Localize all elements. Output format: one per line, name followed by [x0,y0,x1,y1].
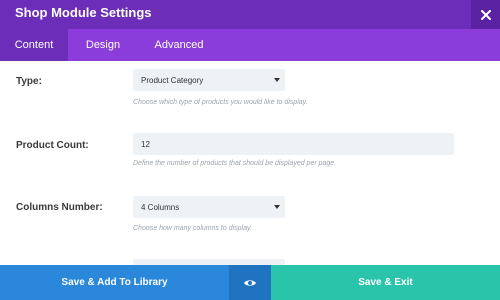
save-exit-button[interactable]: Save & Exit [271,265,500,300]
tab-content[interactable]: Content [0,29,68,61]
product-count-description: Define the number of products that shoul… [133,160,337,167]
settings-content[interactable]: Type: Product Category Choose which type… [0,61,500,265]
close-button[interactable] [471,0,500,29]
caret-down-icon [274,205,280,209]
save-add-to-library-button[interactable]: Save & Add To Library [0,265,229,300]
columns-number-description: Choose how many columns to display. [133,225,252,232]
tab-design[interactable]: Design [68,29,138,61]
type-label: Type: [16,76,42,87]
type-select[interactable]: Product Category [133,69,285,91]
modal-title: Shop Module Settings [15,5,152,20]
close-icon [480,9,491,20]
preview-button[interactable] [229,265,271,300]
columns-number-select[interactable]: 4 Columns [133,196,285,218]
modal-title-bar: Shop Module Settings [0,0,500,29]
columns-number-label: Columns Number: [16,202,103,213]
type-select-value: Product Category [141,75,204,85]
columns-number-select-value: 4 Columns [141,202,180,212]
type-description: Choose which type of products you would … [133,99,308,106]
tab-bar: Content Design Advanced [0,29,500,61]
caret-down-icon [274,78,280,82]
modal-footer: Save & Add To Library Save & Exit [0,265,500,300]
product-count-label: Product Count: [16,140,89,151]
product-count-input[interactable]: 12 [133,133,454,155]
tab-advanced[interactable]: Advanced [138,29,220,61]
eye-icon [244,279,256,286]
